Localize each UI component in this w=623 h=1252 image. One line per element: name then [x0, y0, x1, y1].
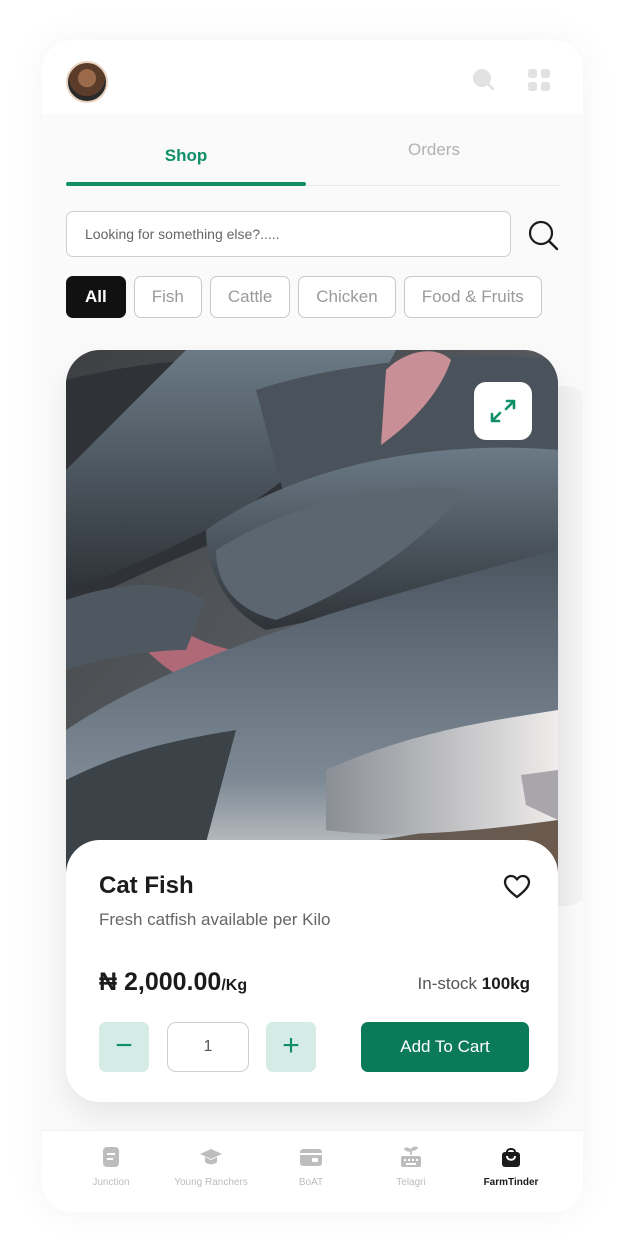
tab-shop[interactable]: Shop	[66, 146, 306, 166]
add-to-cart-button[interactable]: Add To Cart	[361, 1022, 529, 1072]
nav-label-telagri: Telagri	[396, 1177, 426, 1188]
product-card: Cat Fish Fresh catfish available per Kil…	[66, 350, 558, 1102]
graduation-cap-icon	[200, 1149, 222, 1165]
product-info-panel: Cat Fish Fresh catfish available per Kil…	[66, 840, 558, 1102]
app-screen: Shop Orders AllFishCattleChickenFood & F…	[42, 40, 583, 1212]
heart-icon[interactable]	[503, 874, 531, 900]
nav-label-young-ranchers: Young Ranchers	[174, 1177, 248, 1188]
tab-bar: Shop Orders	[66, 130, 561, 186]
top-bar	[42, 40, 583, 114]
nav-label-farmtinder: FarmTinder	[483, 1177, 539, 1188]
seedling-keyboard-icon	[401, 1146, 421, 1167]
stock-label: In-stock	[417, 974, 478, 993]
nav-label-junction: Junction	[92, 1177, 130, 1188]
category-chip-all[interactable]: All	[66, 276, 126, 318]
wallet-icon	[300, 1149, 322, 1166]
shopping-bag-icon	[502, 1148, 520, 1167]
increase-quantity-button[interactable]: +	[266, 1022, 316, 1072]
product-price: ₦ 2,000.00/Kg	[99, 968, 247, 997]
search-button-icon[interactable]	[526, 218, 560, 252]
stock-value: 100kg	[481, 974, 530, 993]
quantity-field[interactable]: 1	[167, 1022, 249, 1072]
stock-status: In-stock 100kg	[418, 974, 530, 994]
search-input[interactable]	[66, 211, 511, 257]
category-chip-fish[interactable]: Fish	[133, 276, 202, 318]
nav-item-farmtinder[interactable]: FarmTinder	[461, 1145, 561, 1188]
nav-item-junction[interactable]: Junction	[61, 1145, 161, 1188]
price-unit: /Kg	[221, 977, 248, 994]
category-chip-food-fruits[interactable]: Food & Fruits	[403, 276, 542, 318]
nav-item-young-ranchers[interactable]: Young Ranchers	[161, 1145, 261, 1188]
price-value: ₦ 2,000.00	[99, 968, 222, 996]
decrease-quantity-button[interactable]: −	[99, 1022, 149, 1072]
nav-label-boat: BoAT	[298, 1177, 324, 1188]
category-chip-cattle[interactable]: Cattle	[209, 276, 291, 318]
grid-menu-icon[interactable]	[528, 69, 550, 91]
nav-item-telagri[interactable]: Telagri	[361, 1145, 461, 1188]
product-name: Cat Fish	[99, 872, 194, 899]
product-description: Fresh catfish available per Kilo	[99, 910, 331, 929]
nav-item-boat[interactable]: BoAT	[261, 1145, 361, 1188]
document-icon	[103, 1147, 119, 1167]
active-tab-indicator	[66, 182, 306, 186]
expand-image-button[interactable]	[474, 382, 532, 440]
tab-orders[interactable]: Orders	[314, 140, 554, 160]
bottom-navigation: Junction Young Ranchers BoAT Telagri Far…	[42, 1130, 583, 1212]
category-chip-chicken[interactable]: Chicken	[298, 276, 396, 318]
avatar[interactable]	[66, 61, 108, 103]
category-filter: All Fish Cattle Chicken Food & Fruits	[66, 276, 583, 320]
expand-icon	[490, 399, 516, 423]
search-icon[interactable]	[472, 68, 494, 90]
